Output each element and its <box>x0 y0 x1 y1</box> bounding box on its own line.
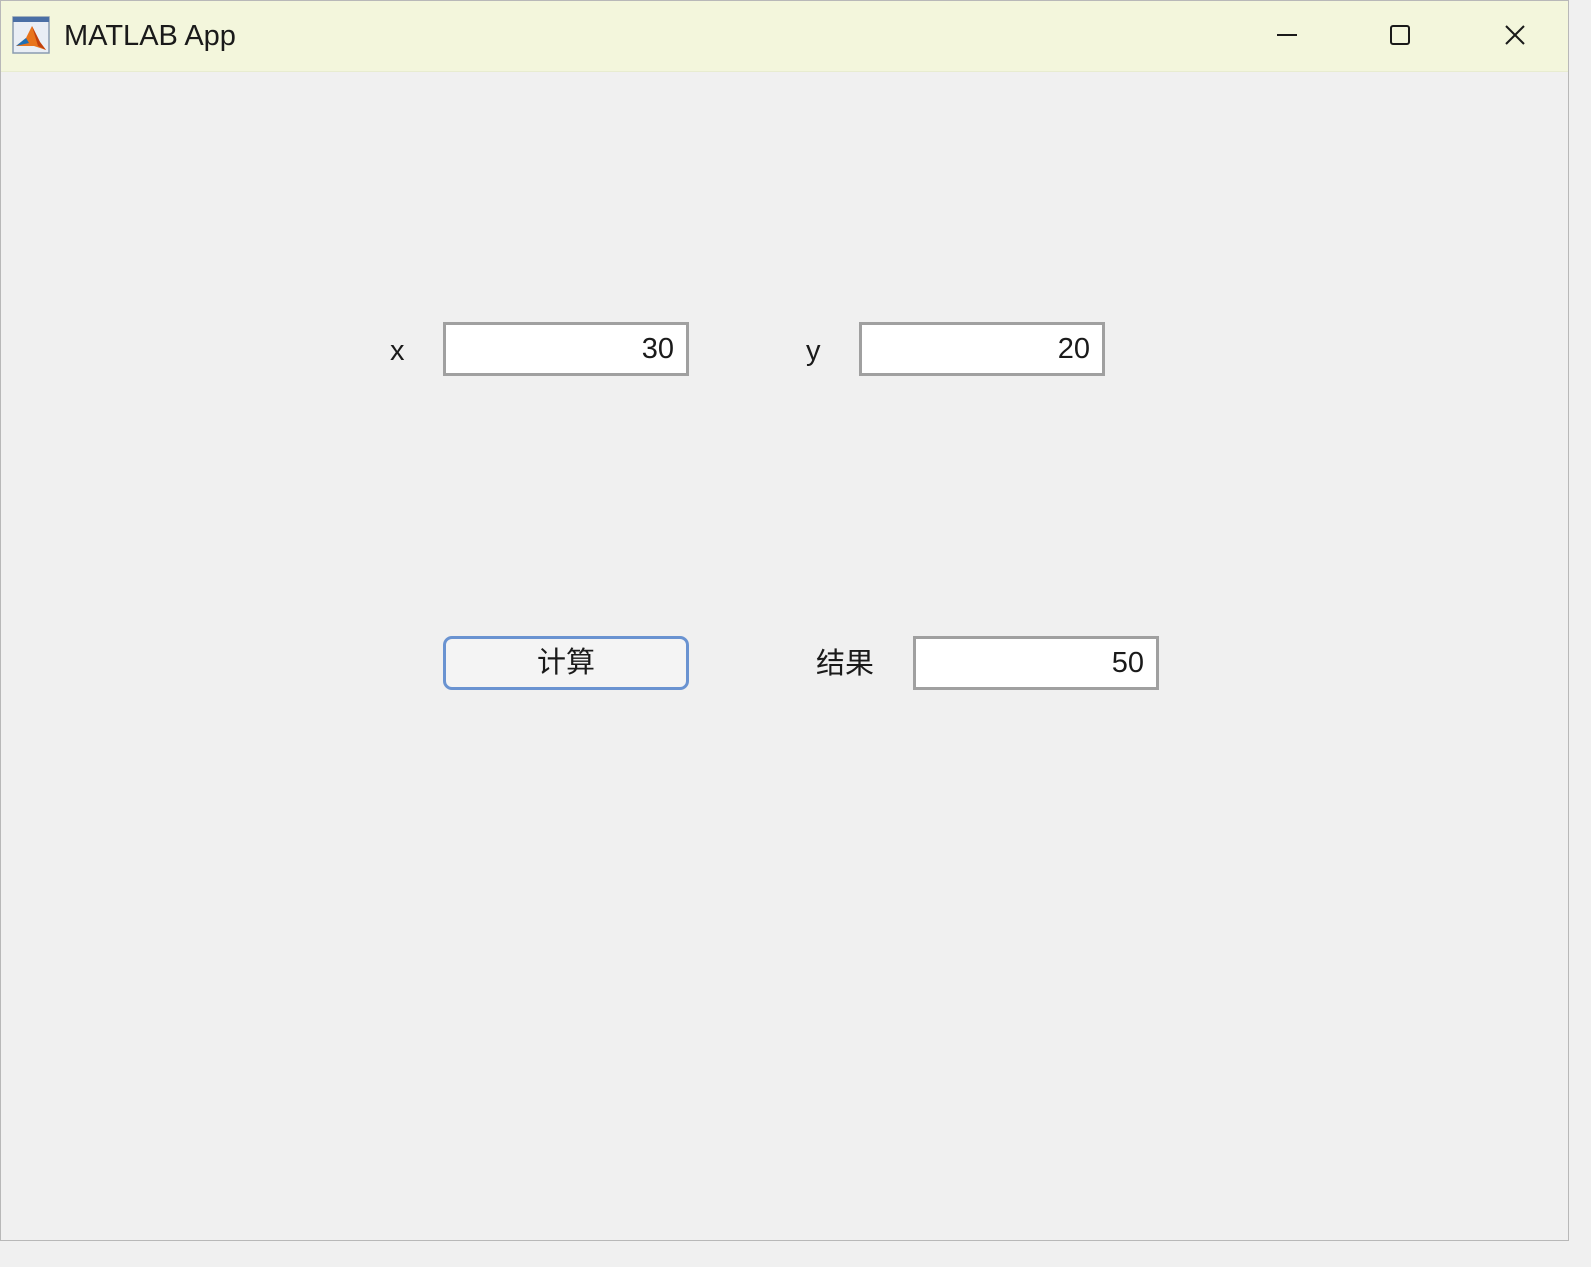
result-label: 结果 <box>816 648 875 680</box>
y-label: y <box>806 335 821 367</box>
minimize-button[interactable] <box>1265 13 1309 57</box>
maximize-icon <box>1388 23 1412 47</box>
compute-button[interactable]: 计算 <box>443 636 689 690</box>
matlab-icon <box>12 16 50 54</box>
close-icon <box>1503 23 1527 47</box>
window-title: MATLAB App <box>64 20 236 52</box>
maximize-button[interactable] <box>1378 13 1422 57</box>
close-button[interactable] <box>1493 13 1537 57</box>
app-window: MATLAB App x 30 y 20 计算 结果 50 <box>0 0 1569 1241</box>
result-output[interactable]: 50 <box>913 636 1159 690</box>
x-label: x <box>390 335 405 367</box>
y-input[interactable]: 20 <box>859 322 1105 376</box>
x-input[interactable]: 30 <box>443 322 689 376</box>
title-bar[interactable]: MATLAB App <box>1 1 1568 72</box>
minimize-icon <box>1275 23 1299 47</box>
